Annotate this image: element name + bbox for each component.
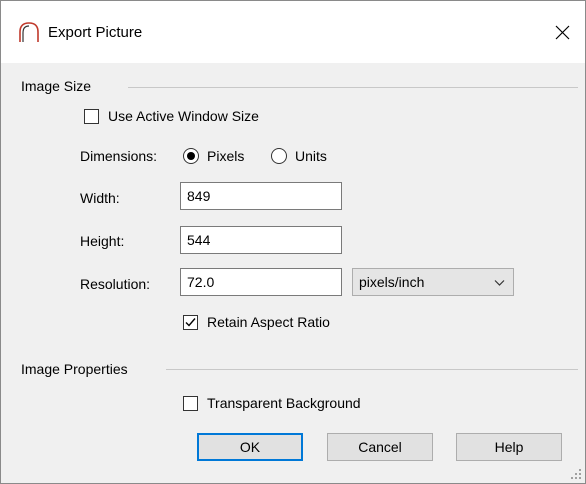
help-button[interactable]: Help xyxy=(456,433,562,461)
transparent-background-checkbox[interactable] xyxy=(183,396,198,411)
use-active-window-size-checkbox[interactable] xyxy=(84,109,99,124)
chevron-down-icon xyxy=(494,280,505,286)
image-size-group-label: Image Size xyxy=(21,78,92,94)
retain-aspect-ratio-checkbox[interactable] xyxy=(183,315,198,330)
transparent-background-label[interactable]: Transparent Background xyxy=(207,395,361,411)
image-properties-group-label: Image Properties xyxy=(21,361,128,377)
resolution-label: Resolution: xyxy=(80,276,151,292)
use-active-window-size-label[interactable]: Use Active Window Size xyxy=(108,108,259,124)
close-button[interactable] xyxy=(539,1,585,63)
units-radio-label[interactable]: Units xyxy=(295,148,327,164)
title-bar: Export Picture xyxy=(1,1,585,63)
export-picture-dialog: Export Picture Image Size Use Active Win… xyxy=(0,0,586,484)
retain-aspect-ratio-label[interactable]: Retain Aspect Ratio xyxy=(207,314,330,330)
pixels-radio-label[interactable]: Pixels xyxy=(207,148,244,164)
resize-grip-icon[interactable] xyxy=(570,468,582,480)
width-input[interactable]: 849 xyxy=(180,182,342,210)
image-size-divider xyxy=(128,87,578,88)
width-label: Width: xyxy=(80,190,120,206)
dimensions-label: Dimensions: xyxy=(80,148,158,164)
arch-icon xyxy=(19,22,39,42)
checkmark-icon xyxy=(185,318,196,327)
ok-button[interactable]: OK xyxy=(197,433,303,461)
cancel-button[interactable]: Cancel xyxy=(327,433,433,461)
radio-selected-dot xyxy=(187,152,195,160)
resolution-unit-value: pixels/inch xyxy=(359,274,425,290)
height-label: Height: xyxy=(80,233,125,249)
resolution-unit-select[interactable]: pixels/inch xyxy=(352,268,514,296)
height-input[interactable]: 544 xyxy=(180,226,342,254)
window-title: Export Picture xyxy=(48,24,143,41)
units-radio[interactable] xyxy=(271,148,287,164)
pixels-radio[interactable] xyxy=(183,148,199,164)
close-icon xyxy=(555,25,569,39)
image-properties-divider xyxy=(166,369,578,370)
resolution-input[interactable]: 72.0 xyxy=(180,268,342,296)
